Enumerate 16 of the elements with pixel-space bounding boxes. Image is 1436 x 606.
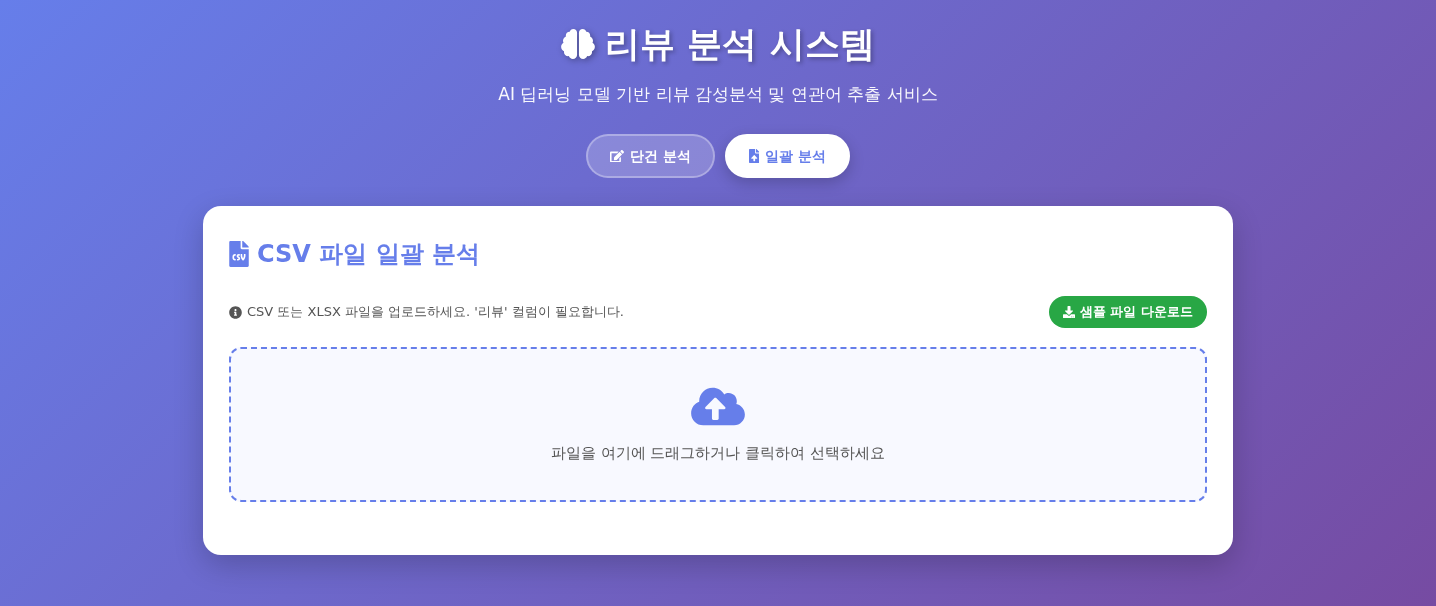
download-sample-button[interactable]: 샘플 파일 다운로드: [1048, 296, 1207, 328]
app-subtitle: AI 딥러닝 모델 기반 리뷰 감성분석 및 연관어 추출 서비스: [498, 83, 938, 105]
upload-notice: CSV 또는 XLSX 파일을 업로드하세요. '리뷰' 컬럼이 필요합니다.: [247, 303, 624, 321]
cloud-upload-icon: [691, 385, 745, 428]
brain-icon: [561, 29, 596, 59]
mode-tab[interactable]: 단건 분석: [585, 134, 715, 178]
download-icon: [1062, 306, 1075, 318]
edit-icon: [609, 149, 624, 163]
drop-zone-hint: 파일을 여기에 드래그하거나 클릭하여 선택하세요: [550, 443, 886, 464]
info-icon: [229, 305, 242, 319]
mode-tab[interactable]: 일괄 분석: [724, 134, 851, 178]
file-upload-icon: [748, 149, 760, 163]
panel-title: CSV 파일 일괄 분석: [257, 239, 480, 270]
file-drop-zone[interactable]: 파일을 여기에 드래그하거나 클릭하여 선택하세요: [229, 347, 1207, 502]
csv-file-icon: [229, 241, 249, 267]
app-title: 리뷰 분석 시스템: [605, 23, 875, 66]
